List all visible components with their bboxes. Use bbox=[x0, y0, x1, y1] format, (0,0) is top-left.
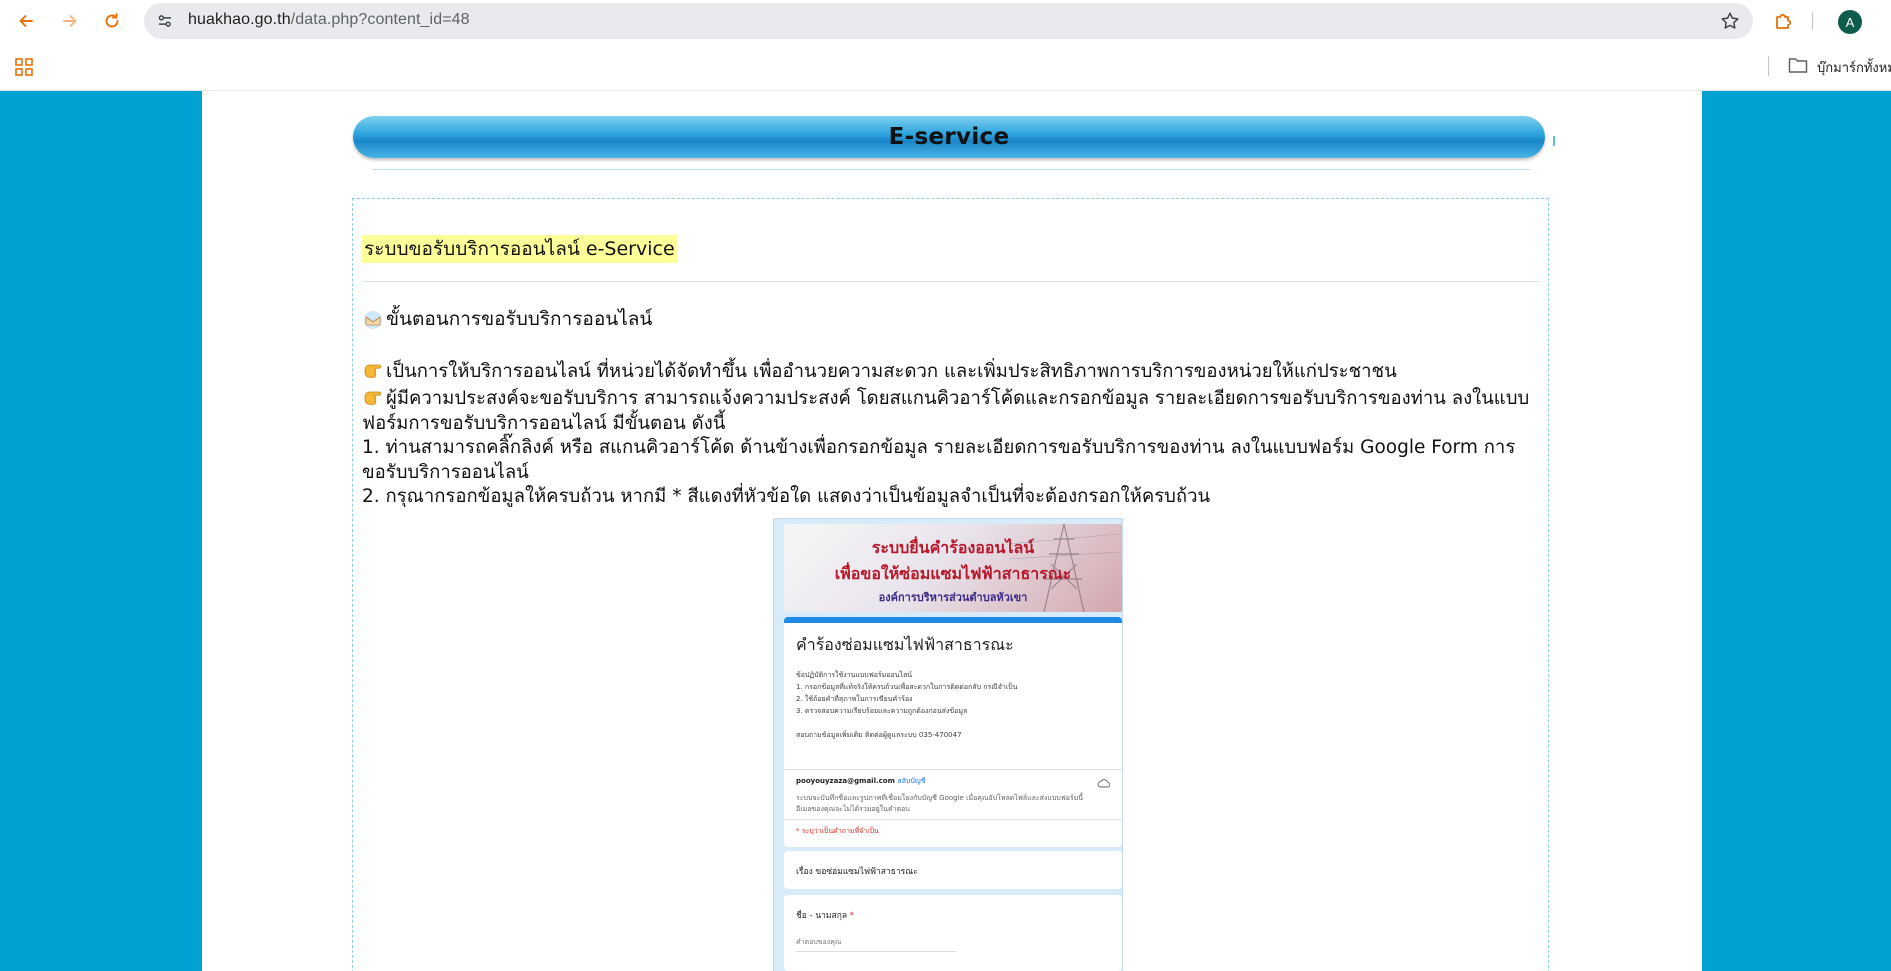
url-host: huakhao.go.th bbox=[188, 11, 291, 28]
bullet-paragraph-2: ผู้มีความประสงค์จะขอรับบริการ สามารถแจ้ง… bbox=[362, 385, 1542, 436]
contact-info: สอบถามข้อมูลเพิ่มเติม ติดต่อผู้ดูแลระบบ … bbox=[796, 731, 962, 739]
reload-button[interactable] bbox=[98, 7, 126, 35]
bookmarks-divider bbox=[1768, 56, 1769, 76]
instructions-heading: ข้อปฏิบัติการใช้งานแบบฟอร์มออนไลน์ bbox=[796, 671, 913, 679]
eservice-banner: E-service bbox=[353, 116, 1545, 158]
folder-icon[interactable] bbox=[1788, 56, 1808, 74]
step-1: 1. ท่านสามารถคลิ๊กลิงค์ หรือ สแกนคิวอาร์… bbox=[362, 437, 1516, 483]
banner-underline bbox=[372, 169, 1530, 170]
privacy-line-1: ระบบจะบันทึกชื่อและรูปภาพที่เชื่อมโยงกับ… bbox=[796, 794, 1084, 802]
envelope-emoji-icon bbox=[364, 311, 382, 329]
reload-icon bbox=[105, 13, 119, 28]
instruction-2: 2. ใช้ถ้อยคำที่สุภาพในการเขียนคำร้อง bbox=[796, 695, 913, 703]
eservice-title: E-service bbox=[888, 124, 1010, 150]
bookmarks-bar: บุ๊กมาร์กทั้งหม bbox=[0, 42, 1891, 91]
instruction-1: 1. กรอกข้อมูลที่แท้จริงให้ครบถ้วนเพื่อสะ… bbox=[796, 683, 1018, 691]
banner-line-1: ระบบยื่นคำร้องออนไลน์ bbox=[871, 538, 1035, 557]
back-arrow-icon bbox=[19, 15, 33, 27]
form-header-card: คำร้องซ่อมแซมไฟฟ้าสาธารณะ ข้อปฏิบัติการใ… bbox=[784, 617, 1122, 847]
apps-grid-icon[interactable] bbox=[14, 57, 34, 77]
banner-tick bbox=[1553, 136, 1555, 146]
bookmark-star-icon[interactable] bbox=[1719, 10, 1741, 32]
subject-label: เรื่อง ขอซ่อมแซมไฟฟ้าสาธารณะ bbox=[796, 867, 918, 877]
back-button[interactable] bbox=[12, 7, 40, 35]
form-title: คำร้องซ่อมแซมไฟฟ้าสาธารณะ bbox=[796, 635, 1014, 654]
bullet-text-2: ผู้มีความประสงค์จะขอรับบริการ สามารถแจ้ง… bbox=[362, 388, 1530, 434]
headline-divider bbox=[362, 281, 1540, 282]
step-2: 2. กรุณากรอกข้อมูลให้ครบถ้วน หากมี * สีแ… bbox=[362, 486, 1211, 507]
section-title: ขั้นตอนการขอรับบริการออนไลน์ bbox=[362, 305, 652, 333]
card-divider bbox=[784, 769, 1122, 770]
name-label: ชื่อ - นามสกุล * bbox=[796, 908, 854, 922]
profile-avatar[interactable]: A bbox=[1838, 10, 1862, 34]
instruction-3: 3. ตรวจสอบความเรียบร้อยและความถูกต้องก่อ… bbox=[796, 707, 968, 715]
account-email: pooyouyzaza@gmail.com bbox=[796, 777, 895, 785]
browser-toolbar: huakhao.go.th/data.php?content_id=48 A bbox=[0, 0, 1891, 42]
url-text[interactable]: huakhao.go.th/data.php?content_id=48 bbox=[188, 11, 470, 29]
card-divider bbox=[784, 819, 1122, 820]
cloud-save-icon bbox=[1097, 779, 1110, 788]
name-label-text: ชื่อ - นามสกุล bbox=[796, 911, 848, 921]
required-asterisk: * bbox=[849, 911, 855, 921]
bullet-paragraph-1: เป็นการให้บริการออนไลน์ ที่หน่วยได้จัดทำ… bbox=[362, 358, 1542, 384]
account-line: pooyouyzaza@gmail.com สลับบัญชี bbox=[796, 776, 926, 787]
page-content: E-service ระบบขอรับบริการออนไลน์ e-Servi… bbox=[202, 91, 1702, 971]
privacy-line-2: อีเมลของคุณจะไม่ได้รวมอยู่ในคำตอบ bbox=[796, 805, 910, 813]
article-headline: ระบบขอรับบริการออนไลน์ e-Service bbox=[362, 235, 677, 263]
forward-button[interactable] bbox=[56, 7, 84, 35]
extensions-puzzle-icon[interactable] bbox=[1772, 9, 1796, 33]
banner-line-2: เพื่อขอให้ซ่อมแซมไฟฟ้าสาธารณะ bbox=[834, 564, 1072, 583]
bullet-text-1: เป็นการให้บริการออนไลน์ ที่หน่วยได้จัดทำ… bbox=[386, 361, 1397, 382]
pointing-hand-icon bbox=[364, 391, 381, 405]
form-banner: ระบบยื่นคำร้องออนไลน์ เพื่อขอให้ซ่อมแซมไ… bbox=[784, 524, 1122, 612]
forward-arrow-icon bbox=[63, 15, 77, 27]
name-question-card: ชื่อ - นามสกุล * คำตอบของคุณ bbox=[784, 895, 1122, 971]
page-viewport: E-service ระบบขอรับบริการออนไลน์ e-Servi… bbox=[0, 91, 1891, 971]
all-bookmarks-folder[interactable]: บุ๊กมาร์กทั้งหม bbox=[1817, 57, 1891, 78]
banner-line-3: องค์การบริหารส่วนตำบลหัวเขา bbox=[878, 591, 1028, 604]
required-note: * ระบุว่าเป็นคำถามที่จำเป็น bbox=[796, 827, 879, 835]
site-info-icon[interactable] bbox=[154, 10, 176, 32]
url-path: /data.php?content_id=48 bbox=[290, 11, 470, 28]
subject-card: เรื่อง ขอซ่อมแซมไฟฟ้าสาธารณะ bbox=[784, 851, 1122, 889]
address-bar[interactable]: huakhao.go.th/data.php?content_id=48 bbox=[144, 3, 1753, 39]
section-title-text: ขั้นตอนการขอรับบริการออนไลน์ bbox=[386, 308, 653, 330]
form-preview-image[interactable]: ระบบยื่นคำร้องออนไลน์ เพื่อขอให้ซ่อมแซมไ… bbox=[773, 518, 1123, 971]
pointing-hand-icon bbox=[364, 364, 381, 378]
name-answer-input[interactable]: คำตอบของคุณ bbox=[796, 937, 956, 952]
toolbar-divider bbox=[1812, 12, 1813, 30]
switch-account-link[interactable]: สลับบัญชี bbox=[897, 777, 925, 785]
